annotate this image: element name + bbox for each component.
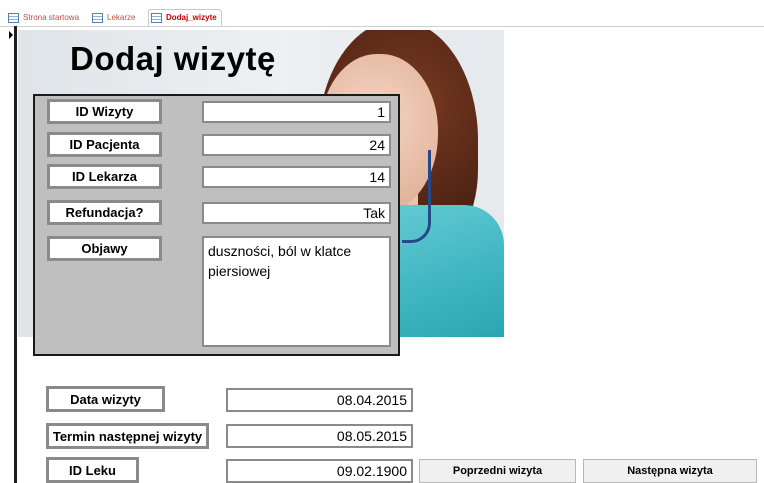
id-pacjenta-field[interactable]: 24	[202, 134, 391, 156]
document-tabs-bar: Strona startowa Lekarze Dodaj_wizyte	[0, 0, 764, 27]
data-wizyty-label: Data wizyty	[46, 386, 165, 412]
refundacja-label: Refundacja?	[47, 200, 162, 225]
id-lekarza-label: ID Lekarza	[47, 164, 162, 189]
form-icon	[151, 12, 162, 23]
tab-label: Lekarze	[107, 13, 136, 22]
form-icon	[8, 12, 19, 23]
record-pointer-icon	[9, 31, 13, 39]
id-wizyty-label: ID Wizyty	[47, 99, 162, 124]
objawy-textarea[interactable]: duszności, ból w klatce piersiowej	[202, 236, 391, 347]
tab-lekarze[interactable]: Lekarze	[90, 9, 139, 26]
objawy-label: Objawy	[47, 236, 162, 261]
refundacja-field[interactable]: Tak	[202, 202, 391, 224]
id-leku-label: ID Leku	[46, 457, 139, 483]
tab-label: Dodaj_wizyte	[166, 13, 217, 22]
tab-strona-startowa[interactable]: Strona startowa	[6, 9, 83, 26]
previous-visit-button[interactable]: Poprzedni wizyta	[419, 459, 576, 483]
id-wizyty-field[interactable]: 1	[202, 101, 391, 123]
record-selector-bar[interactable]	[14, 26, 17, 483]
form-title: Dodaj wizytę	[70, 40, 276, 77]
termin-nastepnej-wizyty-label: Termin następnej wizyty	[46, 423, 209, 449]
tab-label: Strona startowa	[23, 13, 80, 22]
id-leku-field[interactable]: 09.02.1900	[226, 459, 413, 483]
form-icon	[92, 12, 103, 23]
id-lekarza-field[interactable]: 14	[202, 166, 391, 188]
termin-nastepnej-wizyty-field[interactable]: 08.05.2015	[226, 424, 413, 448]
data-wizyty-field[interactable]: 08.04.2015	[226, 388, 413, 412]
next-visit-button[interactable]: Następna wizyta	[583, 459, 757, 483]
tab-dodaj-wizyte[interactable]: Dodaj_wizyte	[148, 9, 222, 26]
id-pacjenta-label: ID Pacjenta	[47, 132, 162, 157]
